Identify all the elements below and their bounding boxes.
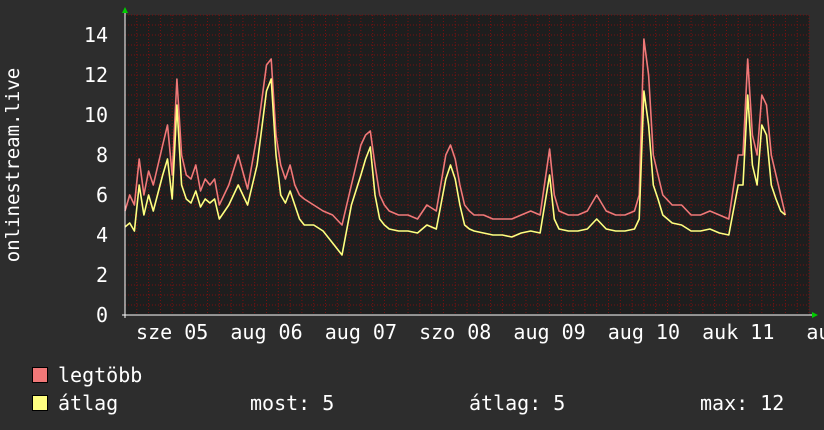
legend-swatch-avg — [32, 394, 48, 411]
x-tick-label: auk 11 — [702, 320, 774, 344]
y-tick-label: 6 — [96, 183, 108, 207]
x-tick-label: au — [806, 320, 824, 344]
y-tick-label: 12 — [84, 63, 108, 87]
legend: legtöbb átlag most: 5 átlag: 5 max: 12 — [32, 362, 812, 422]
stat-average: átlag: 5 — [469, 391, 566, 415]
y-tick-label: 8 — [96, 143, 108, 167]
y-tick-label: 10 — [84, 103, 108, 127]
legend-swatch-max — [32, 366, 48, 383]
legend-label-avg: átlag — [58, 391, 119, 415]
x-tick-label: aug 10 — [608, 320, 680, 344]
y-tick-label: 2 — [96, 263, 108, 287]
line-chart: 0 2 4 6 8 10 12 14 sze 05 aug 06 aug 07 szo 08 aug … — [2, 7, 824, 344]
stat-max: max: 12 — [700, 391, 785, 415]
y-tick-label: 0 — [96, 303, 108, 327]
stat-current: most: 5 — [250, 391, 335, 415]
x-tick-labels: sze 05 aug 06 aug 07 szo 08 aug 09 aug 10 auk … — [136, 320, 824, 344]
x-tick-label: aug 09 — [513, 320, 585, 344]
legend-label-max: legtöbb — [58, 363, 143, 387]
y-axis-arrow-icon — [122, 7, 128, 13]
y-tick-label: 14 — [84, 23, 108, 47]
x-tick-label: aug 07 — [325, 320, 397, 344]
x-tick-label: szo 08 — [419, 320, 491, 344]
y-tick-label: 4 — [96, 223, 108, 247]
x-tick-label: sze 05 — [136, 320, 208, 344]
y-tick-labels: 0 2 4 6 8 10 12 14 — [84, 23, 108, 327]
x-axis-arrow-icon — [812, 312, 818, 318]
y-axis-label: onlinestream.live — [2, 68, 24, 262]
x-tick-label: aug 06 — [230, 320, 302, 344]
legend-item-max: legtöbb — [32, 362, 142, 388]
legend-item-avg: átlag most: 5 átlag: 5 max: 12 — [32, 390, 812, 416]
